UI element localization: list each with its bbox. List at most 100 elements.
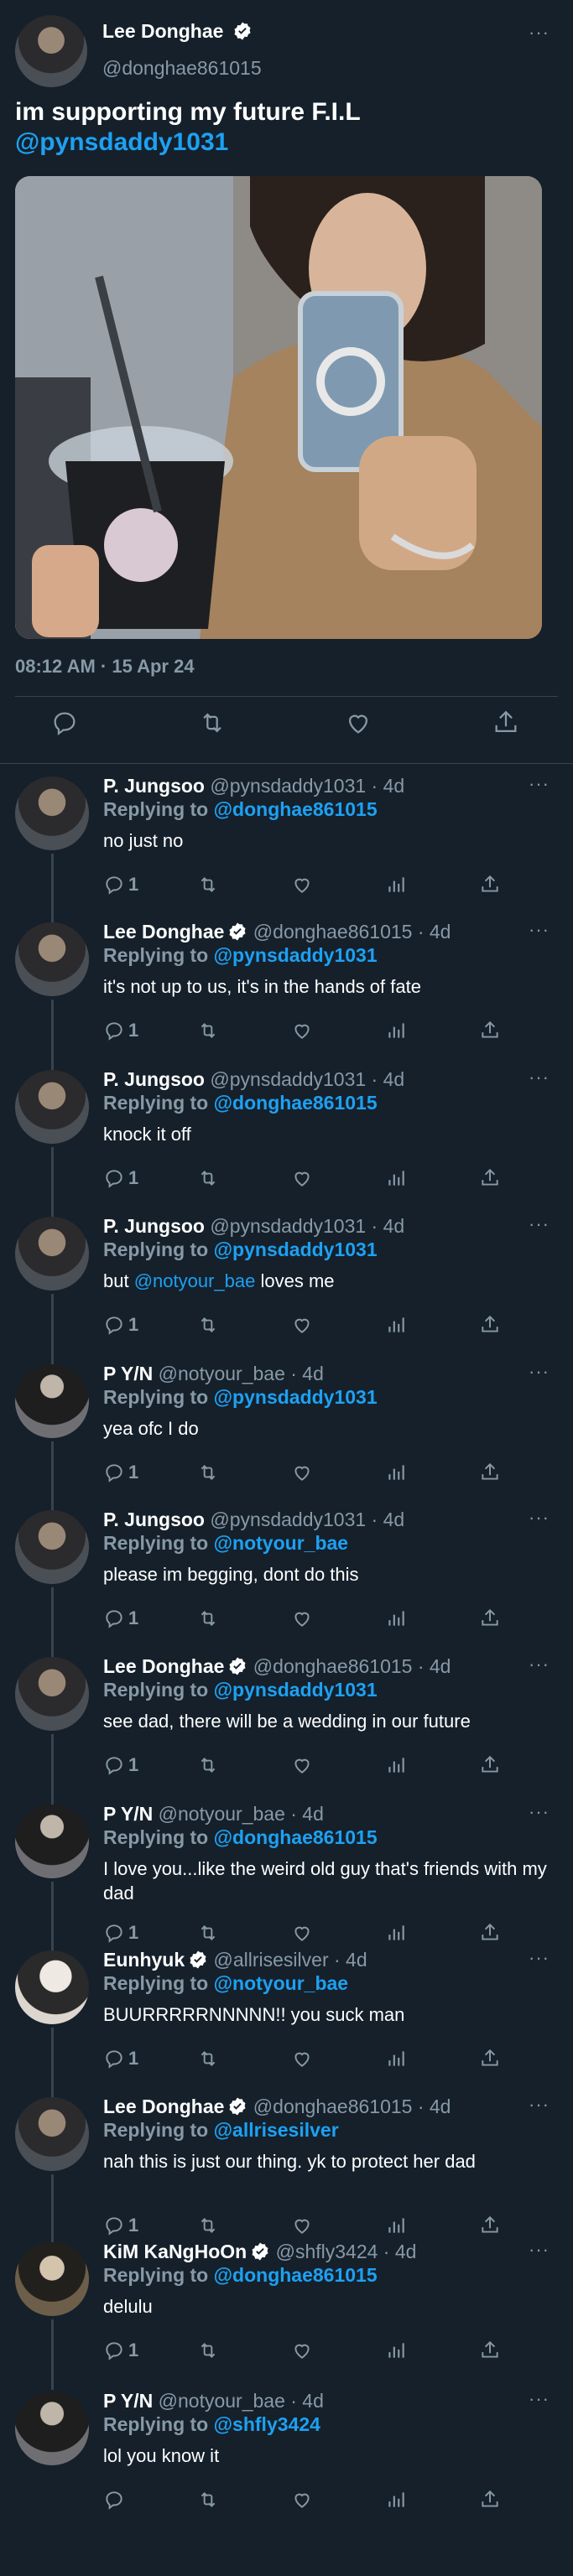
share-icon[interactable] bbox=[479, 1312, 501, 1337]
reply-author-name[interactable]: P. Jungsoo bbox=[103, 1509, 205, 1530]
reply-icon[interactable]: 1 bbox=[103, 1166, 138, 1191]
views-icon[interactable] bbox=[385, 1460, 407, 1485]
views-icon[interactable] bbox=[385, 1312, 407, 1337]
reply-icon[interactable]: 1 bbox=[103, 2338, 138, 2363]
replying-to-link[interactable]: @donghae861015 bbox=[214, 798, 378, 820]
reply-tweet[interactable]: Lee Donghae @donghae861015 · 4d ··· Replyi… bbox=[0, 1654, 573, 1805]
reply-author-handle[interactable]: @notyour_bae · 4d bbox=[153, 2390, 324, 2412]
replying-to-link[interactable]: @pynsdaddy1031 bbox=[214, 944, 378, 966]
reply-author-handle[interactable]: @pynsdaddy1031 · 4d bbox=[205, 1215, 404, 1237]
replying-to-link[interactable]: @notyour_bae bbox=[214, 1532, 348, 1554]
replying-to-link[interactable]: @pynsdaddy1031 bbox=[214, 1239, 378, 1260]
reply-author-name[interactable]: Lee Donghae bbox=[103, 2096, 224, 2117]
reply-author-handle[interactable]: @donghae861015 · 4d bbox=[247, 1655, 451, 1677]
retweet-icon[interactable] bbox=[197, 2487, 219, 2512]
reply-author-handle[interactable]: @pynsdaddy1031 · 4d bbox=[205, 1509, 404, 1530]
reply-icon[interactable] bbox=[50, 709, 81, 739]
reply-avatar[interactable] bbox=[15, 1217, 89, 1291]
reply-author-name[interactable]: P. Jungsoo bbox=[103, 1068, 205, 1090]
replying-to-link[interactable]: @donghae861015 bbox=[214, 1826, 378, 1848]
heart-icon[interactable] bbox=[291, 2338, 313, 2363]
reply-author-name[interactable]: Lee Donghae bbox=[103, 1655, 224, 1677]
views-icon[interactable] bbox=[385, 1753, 407, 1778]
heart-icon[interactable] bbox=[344, 709, 374, 739]
reply-author-name[interactable]: P Y/N bbox=[103, 2390, 153, 2412]
views-icon[interactable] bbox=[385, 872, 407, 897]
reply-tweet[interactable]: P Y/N @notyour_bae · 4d ··· Replying to @s… bbox=[0, 2388, 573, 2531]
share-icon[interactable] bbox=[492, 709, 522, 739]
retweet-icon[interactable] bbox=[197, 1920, 219, 1945]
tweet-timestamp[interactable]: 08:12 AM · 15 Apr 24 bbox=[15, 656, 195, 678]
more-icon[interactable]: ··· bbox=[529, 1801, 550, 1823]
share-icon[interactable] bbox=[479, 1018, 501, 1043]
tweet-mention-link[interactable]: @pynsdaddy1031 bbox=[15, 127, 361, 158]
reply-avatar[interactable] bbox=[15, 1364, 89, 1438]
reply-avatar[interactable] bbox=[15, 922, 89, 996]
more-icon[interactable]: ··· bbox=[529, 2239, 550, 2261]
reply-author-name[interactable]: Lee Donghae bbox=[103, 921, 224, 943]
reply-avatar[interactable] bbox=[15, 1657, 89, 1731]
share-icon[interactable] bbox=[479, 2213, 501, 2238]
retweet-icon[interactable] bbox=[197, 1753, 219, 1778]
reply-author-name[interactable]: P. Jungsoo bbox=[103, 775, 205, 797]
reply-avatar[interactable] bbox=[15, 1510, 89, 1584]
reply-author-name[interactable]: P Y/N bbox=[103, 1363, 153, 1384]
heart-icon[interactable] bbox=[291, 872, 313, 897]
more-icon[interactable]: ··· bbox=[529, 1654, 550, 1675]
views-icon[interactable] bbox=[385, 1920, 407, 1945]
more-icon[interactable]: ··· bbox=[529, 1507, 550, 1529]
heart-icon[interactable] bbox=[291, 2487, 313, 2512]
reply-author-handle[interactable]: @donghae861015 · 4d bbox=[247, 921, 451, 943]
reply-icon[interactable]: 1 bbox=[103, 1312, 138, 1337]
reply-tweet[interactable]: P. Jungsoo @pynsdaddy1031 · 4d ··· Replyin… bbox=[0, 1507, 573, 1658]
reply-author-handle[interactable]: @pynsdaddy1031 · 4d bbox=[205, 1068, 404, 1090]
views-icon[interactable] bbox=[385, 1606, 407, 1631]
reply-tweet[interactable]: P. Jungsoo @pynsdaddy1031 · 4d ··· Replyin… bbox=[0, 773, 573, 924]
retweet-icon[interactable] bbox=[197, 2046, 219, 2071]
heart-icon[interactable] bbox=[291, 2046, 313, 2071]
share-icon[interactable] bbox=[479, 2487, 501, 2512]
reply-tweet[interactable]: Eunhyuk @allrisesilver · 4d ··· Replying t… bbox=[0, 1947, 573, 2098]
heart-icon[interactable] bbox=[291, 1460, 313, 1485]
retweet-icon[interactable] bbox=[197, 1312, 219, 1337]
replying-to-link[interactable]: @shfly3424 bbox=[214, 2413, 320, 2435]
share-icon[interactable] bbox=[479, 872, 501, 897]
reply-author-name[interactable]: P Y/N bbox=[103, 1803, 153, 1825]
retweet-icon[interactable] bbox=[197, 1606, 219, 1631]
retweet-icon[interactable] bbox=[197, 2213, 219, 2238]
reply-author-name[interactable]: KiM KaNgHoOn bbox=[103, 2241, 247, 2262]
reply-author-handle[interactable]: @donghae861015 · 4d bbox=[247, 2096, 451, 2117]
replying-to-link[interactable]: @pynsdaddy1031 bbox=[214, 1386, 378, 1408]
reply-tweet[interactable]: KiM KaNgHoOn @shfly3424 · 4d ··· Replying … bbox=[0, 2239, 573, 2390]
views-icon[interactable] bbox=[385, 1018, 407, 1043]
heart-icon[interactable] bbox=[291, 2213, 313, 2238]
retweet-icon[interactable] bbox=[197, 2338, 219, 2363]
reply-tweet[interactable]: P. Jungsoo @pynsdaddy1031 · 4d ··· Replyin… bbox=[0, 1067, 573, 1218]
tweet-photo[interactable] bbox=[15, 176, 542, 639]
reply-avatar[interactable] bbox=[15, 1070, 89, 1144]
share-icon[interactable] bbox=[479, 1920, 501, 1945]
views-icon[interactable] bbox=[385, 2213, 407, 2238]
retweet-icon[interactable] bbox=[197, 872, 219, 897]
reply-author-name[interactable]: Eunhyuk bbox=[103, 1949, 185, 1971]
replying-to-link[interactable]: @donghae861015 bbox=[214, 2264, 378, 2286]
reply-avatar[interactable] bbox=[15, 1950, 89, 2024]
reply-icon[interactable] bbox=[103, 2487, 125, 2512]
reply-author-name[interactable]: P. Jungsoo bbox=[103, 1215, 205, 1237]
replying-to-link[interactable]: @donghae861015 bbox=[214, 1092, 378, 1114]
reply-tweet[interactable]: P. Jungsoo @pynsdaddy1031 · 4d ··· Replyin… bbox=[0, 1213, 573, 1364]
reply-icon[interactable]: 1 bbox=[103, 1460, 138, 1485]
author-avatar[interactable] bbox=[15, 15, 87, 87]
replying-to-link[interactable]: @pynsdaddy1031 bbox=[214, 1679, 378, 1701]
more-icon[interactable]: ··· bbox=[529, 1361, 550, 1383]
reply-avatar[interactable] bbox=[15, 776, 89, 850]
reply-tweet[interactable]: Lee Donghae @donghae861015 · 4d ··· Replyi… bbox=[0, 2094, 573, 2245]
share-icon[interactable] bbox=[479, 1460, 501, 1485]
heart-icon[interactable] bbox=[291, 1018, 313, 1043]
views-icon[interactable] bbox=[385, 2487, 407, 2512]
share-icon[interactable] bbox=[479, 1606, 501, 1631]
retweet-icon[interactable] bbox=[198, 709, 228, 739]
heart-icon[interactable] bbox=[291, 1606, 313, 1631]
views-icon[interactable] bbox=[385, 2338, 407, 2363]
views-icon[interactable] bbox=[385, 2046, 407, 2071]
